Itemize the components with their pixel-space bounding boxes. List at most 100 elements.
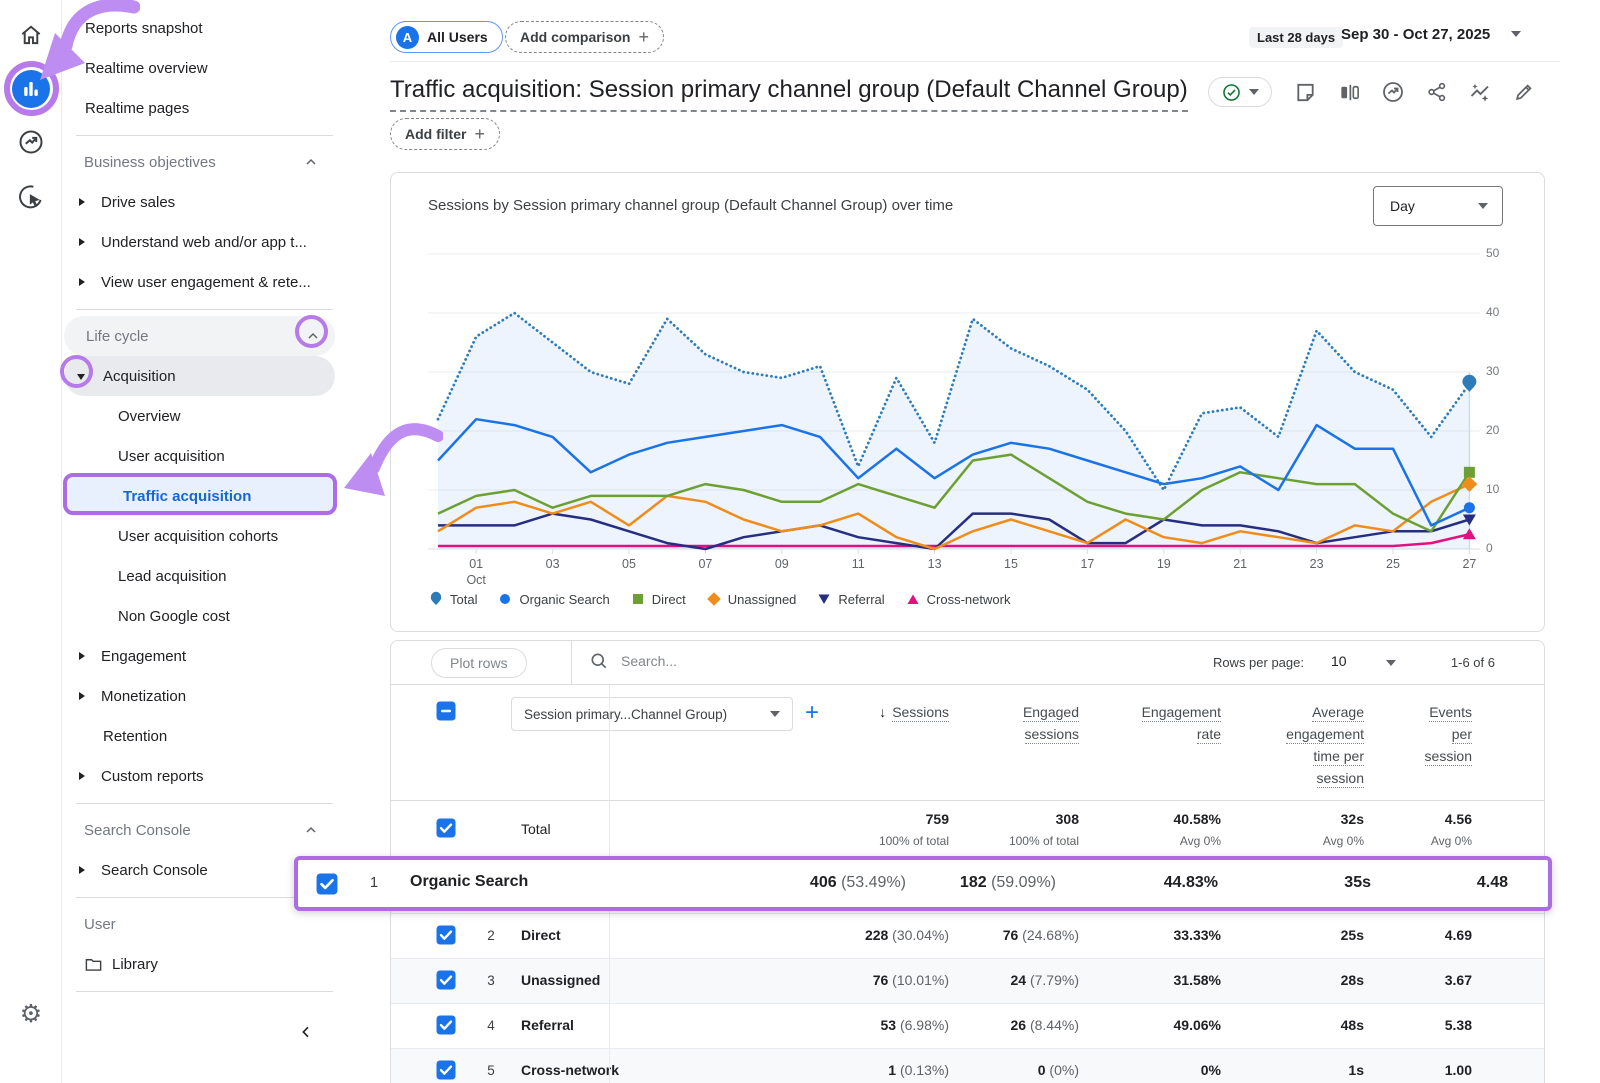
expand-arrow-icon[interactable] <box>79 238 85 246</box>
chevron-up-icon[interactable] <box>303 822 319 842</box>
table-row-cross-network[interactable]: 5Cross-network1 (0.13%)0 (0%)0%1s1.00 <box>391 1049 1544 1083</box>
expand-arrow-icon[interactable] <box>79 198 85 206</box>
reports-icon[interactable] <box>12 70 50 108</box>
sidebar-item-non-google-cost[interactable]: Non Google cost <box>62 596 365 636</box>
diamond-marker-icon <box>706 591 722 607</box>
rows-per-page-label: Rows per page: <box>1213 655 1304 670</box>
x-axis-tick: 19 <box>1157 556 1171 572</box>
sidebar-item-traffic-acquisition[interactable]: Traffic acquisition <box>67 476 334 516</box>
sidebar-section-life-cycle: Life cycle <box>64 316 335 356</box>
expand-arrow-icon[interactable] <box>79 278 85 286</box>
date-preset-badge: Last 28 days <box>1249 27 1343 48</box>
date-range-picker[interactable]: Sep 30 - Oct 27, 2025 <box>1341 26 1490 43</box>
sidebar-item-understand-web-and-or-app-t[interactable]: Understand web and/or app t... <box>62 222 365 262</box>
sidebar-item-overview[interactable]: Overview <box>62 396 365 436</box>
sidebar-item-library[interactable]: Library <box>62 944 365 984</box>
plot-rows-button[interactable]: Plot rows <box>431 648 527 678</box>
share-icon[interactable] <box>1424 79 1450 105</box>
table-row-unassigned[interactable]: 3Unassigned76 (10.01%)24 (7.79%)31.58%28… <box>391 959 1544 1004</box>
row-checkbox[interactable] <box>436 1060 456 1083</box>
x-axis-tick: 25 <box>1386 556 1400 572</box>
sidebar-item-monetization[interactable]: Monetization <box>62 676 365 716</box>
sidebar-divider <box>62 796 365 810</box>
sidebar-item-engagement[interactable]: Engagement <box>62 636 365 676</box>
edit-pencil-icon[interactable] <box>1511 79 1537 105</box>
tri-down-marker-icon <box>816 591 832 607</box>
collapse-arrow-icon[interactable] <box>77 374 85 380</box>
insights-icon[interactable] <box>1467 79 1493 105</box>
square-marker-icon <box>630 591 646 607</box>
home-icon[interactable] <box>15 19 47 51</box>
data-quality-button[interactable] <box>1208 77 1272 107</box>
plus-icon: + <box>638 28 649 46</box>
expand-arrow-icon[interactable] <box>79 866 85 874</box>
left-icon-rail: ⚙ <box>0 0 62 1083</box>
collapse-nav-icon[interactable] <box>298 1024 314 1040</box>
note-icon[interactable] <box>1292 79 1318 105</box>
sessions-line-chart[interactable] <box>428 245 1480 555</box>
rows-per-page-value[interactable]: 10 <box>1331 653 1347 669</box>
circle-marker-icon <box>497 591 513 607</box>
tri-up-marker-icon <box>905 591 921 607</box>
y-axis-tick: 40 <box>1486 305 1512 319</box>
all-users-segment-chip[interactable]: A All Users <box>390 21 503 53</box>
metric-subtext: Avg 0% <box>1252 834 1472 848</box>
sidebar-item-realtime-pages[interactable]: Realtime pages <box>62 88 365 128</box>
row-checkbox[interactable] <box>316 873 338 900</box>
column-header-events-per-session[interactable]: Eventspersession <box>1252 701 1472 767</box>
table-row-referral[interactable]: 4Referral53 (6.98%)26 (8.44%)49.06%48s5.… <box>391 1004 1544 1049</box>
row-checkbox[interactable] <box>436 925 456 950</box>
chevron-up-icon[interactable] <box>305 328 321 348</box>
sidebar-item-retention[interactable]: Retention <box>62 716 365 756</box>
row-checkbox[interactable] <box>436 970 456 995</box>
legend-item-total: Total <box>428 591 477 607</box>
y-axis-tick: 20 <box>1486 423 1512 437</box>
sidebar-item-custom-reports[interactable]: Custom reports <box>62 756 365 796</box>
metric-value: 4.48 <box>1288 874 1508 892</box>
x-axis-tick: 27 <box>1462 556 1476 572</box>
table-row-direct[interactable]: 2Direct228 (30.04%)76 (24.68%)33.33%25s4… <box>391 914 1544 959</box>
x-axis-tick: 03 <box>546 556 560 572</box>
row-rank: 4 <box>481 1018 501 1033</box>
explore-icon[interactable] <box>1380 79 1406 105</box>
granularity-select[interactable]: Day <box>1373 186 1503 226</box>
sidebar-item-user-acquisition[interactable]: User acquisition <box>62 436 365 476</box>
row-checkbox[interactable] <box>436 1015 456 1040</box>
add-filter-button[interactable]: Add filter+ <box>390 118 500 150</box>
highlighted-organic-search-row[interactable]: 1Organic Search406 (53.49%)182 (59.09%)4… <box>294 856 1552 911</box>
sidebar-item-realtime-overview[interactable]: Realtime overview <box>62 48 365 88</box>
sidebar-item-reports-snapshot[interactable]: Reports snapshot <box>62 8 365 48</box>
add-comparison-button[interactable]: Add comparison+ <box>505 21 664 53</box>
sidebar-divider <box>62 128 365 142</box>
chart-title: Sessions by Session primary channel grou… <box>428 197 953 214</box>
sidebar-section-search-console: Search Console <box>62 810 365 850</box>
sidebar-item-user-acquisition-cohorts[interactable]: User acquisition cohorts <box>62 516 365 556</box>
x-axis-tick: 21 <box>1233 556 1247 572</box>
settings-icon[interactable]: ⚙ <box>15 998 47 1030</box>
sidebar-item-drive-sales[interactable]: Drive sales <box>62 182 365 222</box>
table-search-input[interactable] <box>621 653 1001 669</box>
expand-arrow-icon[interactable] <box>79 772 85 780</box>
sidebar-item-lead-acquisition[interactable]: Lead acquisition <box>62 556 365 596</box>
table-controls: Plot rows Rows per page: 10 1-6 of 6 <box>391 641 1544 685</box>
row-checkbox[interactable] <box>436 818 456 843</box>
x-axis-tick: 05 <box>622 556 636 572</box>
pin-marker-icon <box>428 591 444 607</box>
date-caret-icon[interactable] <box>1511 31 1521 37</box>
y-axis-tick: 10 <box>1486 482 1512 496</box>
select-all-checkbox[interactable] <box>436 701 456 726</box>
legend-item-organic-search: Organic Search <box>497 591 609 607</box>
explore-icon[interactable] <box>15 126 47 158</box>
expand-arrow-icon[interactable] <box>79 652 85 660</box>
legend-item-direct: Direct <box>630 591 686 607</box>
ab-compare-icon[interactable] <box>1336 79 1362 105</box>
table-row-total[interactable]: Total759100% of total308100% of total40.… <box>391 801 1544 859</box>
sidebar-item-acquisition[interactable]: Acquisition <box>64 356 335 396</box>
expand-arrow-icon[interactable] <box>79 692 85 700</box>
report-navigation: Reports snapshotRealtime overviewRealtim… <box>62 0 365 1083</box>
chevron-up-icon[interactable] <box>303 154 319 174</box>
sidebar-item-view-user-engagement-rete[interactable]: View user engagement & rete... <box>62 262 365 302</box>
metric-value: 3.67 <box>1252 972 1472 988</box>
chevron-down-icon[interactable] <box>1386 660 1396 666</box>
advertising-icon[interactable] <box>15 181 47 213</box>
